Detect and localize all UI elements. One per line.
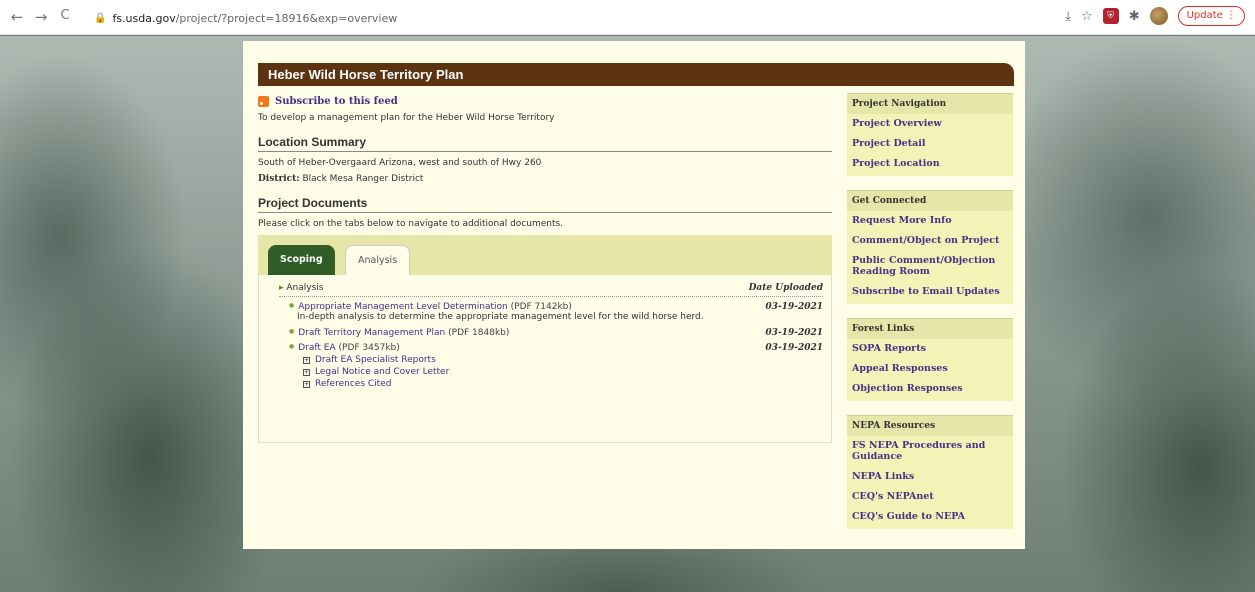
box-heading: Forest Links bbox=[847, 318, 1013, 339]
project-navigation-box: Project Navigation Project Overview Proj… bbox=[847, 93, 1013, 176]
star-icon[interactable]: ☆ bbox=[1081, 9, 1093, 24]
document-link[interactable]: Draft Territory Management Plan bbox=[298, 328, 445, 338]
url-path: /project/?project=18916&exp=overview bbox=[175, 11, 398, 25]
subitem-link[interactable]: + Legal Notice and Cover Letter bbox=[279, 367, 823, 377]
page-content: Heber Wild Horse Territory Plan Subscrib… bbox=[243, 41, 1025, 549]
sidebar-link-project-detail[interactable]: Project Detail bbox=[847, 134, 1013, 154]
file-size: (PDF 7142kb) bbox=[510, 302, 572, 312]
menu-icon[interactable]: ⋮ bbox=[1226, 10, 1236, 21]
sidebar-link-reading-room[interactable]: Public Comment/Objection Reading Room bbox=[847, 251, 1013, 282]
box-heading: NEPA Resources bbox=[847, 415, 1013, 436]
box-heading: Get Connected bbox=[847, 190, 1013, 211]
download-icon[interactable]: ⤓ bbox=[1065, 9, 1071, 24]
upload-date: 03-19-2021 bbox=[765, 302, 823, 312]
date-uploaded-header: Date Uploaded bbox=[748, 283, 823, 293]
profile-avatar[interactable] bbox=[1149, 7, 1168, 25]
upload-date: 03-19-2021 bbox=[765, 343, 823, 353]
sidebar-link-project-overview[interactable]: Project Overview bbox=[847, 114, 1013, 134]
documents-heading: Project Documents bbox=[258, 196, 832, 213]
tab-analysis[interactable]: Analysis bbox=[345, 245, 411, 275]
extension-icon[interactable]: ⛨ bbox=[1102, 8, 1119, 24]
sidebar-link-email-updates[interactable]: Subscribe to Email Updates bbox=[847, 282, 1013, 302]
forward-icon[interactable]: → bbox=[32, 8, 50, 26]
location-text: South of Heber-Overgaard Arizona, west a… bbox=[258, 158, 542, 168]
location-heading: Location Summary bbox=[258, 135, 832, 152]
sidebar-link-appeal[interactable]: Appeal Responses bbox=[847, 359, 1013, 379]
box-heading: Project Navigation bbox=[847, 93, 1013, 114]
sidebar-link-fs-nepa[interactable]: FS NEPA Procedures and Guidance bbox=[847, 436, 1013, 467]
browser-toolbar: ← → C 🔒 fs.usda.gov /project/?project=18… bbox=[0, 0, 1255, 35]
project-description: To develop a management plan for the Heb… bbox=[258, 113, 555, 123]
subscribe-feed-link[interactable]: Subscribe to this feed bbox=[258, 96, 832, 107]
document-link[interactable]: Appropriate Management Level Determinati… bbox=[298, 302, 508, 312]
expand-icon[interactable]: + bbox=[303, 369, 310, 376]
sidebar-link-nepanet[interactable]: CEQ's NEPAnet bbox=[847, 487, 1013, 507]
sidebar-link-sopa[interactable]: SOPA Reports bbox=[847, 339, 1013, 359]
file-size: (PDF 1848kb) bbox=[448, 328, 510, 338]
address-bar[interactable]: 🔒 fs.usda.gov /project/?project=18916&ex… bbox=[94, 8, 1054, 28]
sidebar-link-request-info[interactable]: Request More Info bbox=[847, 211, 1013, 231]
sidebar-link-nepa-links[interactable]: NEPA Links bbox=[847, 467, 1013, 487]
reload-icon[interactable]: C bbox=[56, 8, 74, 23]
sidebar: Project Navigation Project Overview Proj… bbox=[847, 93, 1013, 543]
file-size: (PDF 3457kb) bbox=[338, 343, 400, 353]
subitem-link[interactable]: + Draft EA Specialist Reports bbox=[279, 355, 823, 365]
documents-note: Please click on the tabs below to naviga… bbox=[258, 219, 564, 229]
documents-panel: Analysis Date Uploaded Appropriate Manag… bbox=[258, 275, 832, 443]
list-item: Appropriate Management Level Determinati… bbox=[279, 302, 823, 312]
list-item: Draft EA (PDF 3457kb) 03-19-2021 bbox=[279, 343, 823, 353]
sidebar-link-project-location[interactable]: Project Location bbox=[847, 154, 1013, 174]
url-host: fs.usda.gov bbox=[112, 11, 176, 25]
district-value: Black Mesa Ranger District bbox=[302, 174, 424, 184]
district: District: Black Mesa Ranger District bbox=[258, 174, 832, 184]
sidebar-link-comment[interactable]: Comment/Object on Project bbox=[847, 231, 1013, 251]
expand-icon[interactable]: + bbox=[303, 381, 310, 388]
page-title: Heber Wild Horse Territory Plan bbox=[258, 63, 1014, 86]
subscribe-label[interactable]: Subscribe to this feed bbox=[275, 96, 398, 107]
tab-scoping[interactable]: Scoping bbox=[268, 245, 335, 275]
tab-bar: Scoping Analysis bbox=[258, 235, 832, 275]
back-icon[interactable]: ← bbox=[8, 8, 26, 26]
subitem-link[interactable]: + References Cited bbox=[279, 379, 823, 389]
forest-links-box: Forest Links SOPA Reports Appeal Respons… bbox=[847, 318, 1013, 401]
section-label: Analysis bbox=[279, 283, 323, 293]
rss-icon bbox=[258, 96, 269, 107]
sidebar-link-ceq-guide[interactable]: CEQ's Guide to NEPA bbox=[847, 507, 1013, 527]
nepa-resources-box: NEPA Resources FS NEPA Procedures and Gu… bbox=[847, 415, 1013, 529]
puzzle-icon[interactable]: ✱ bbox=[1129, 9, 1140, 24]
document-description: In-depth analysis to determine the appro… bbox=[297, 312, 704, 322]
sidebar-link-objection[interactable]: Objection Responses bbox=[847, 379, 1013, 399]
expand-icon[interactable]: + bbox=[303, 357, 310, 364]
documents-header: Analysis Date Uploaded bbox=[279, 283, 823, 297]
upload-date: 03-19-2021 bbox=[765, 328, 823, 338]
district-label: District: bbox=[258, 174, 300, 184]
update-button[interactable]: Update ⋮ bbox=[1177, 6, 1245, 26]
main-column: Subscribe to this feed To develop a mana… bbox=[258, 96, 832, 443]
document-link[interactable]: Draft EA bbox=[298, 343, 335, 353]
list-item: Draft Territory Management Plan (PDF 184… bbox=[279, 328, 823, 338]
lock-icon: 🔒 bbox=[94, 12, 107, 24]
get-connected-box: Get Connected Request More Info Comment/… bbox=[847, 190, 1013, 304]
